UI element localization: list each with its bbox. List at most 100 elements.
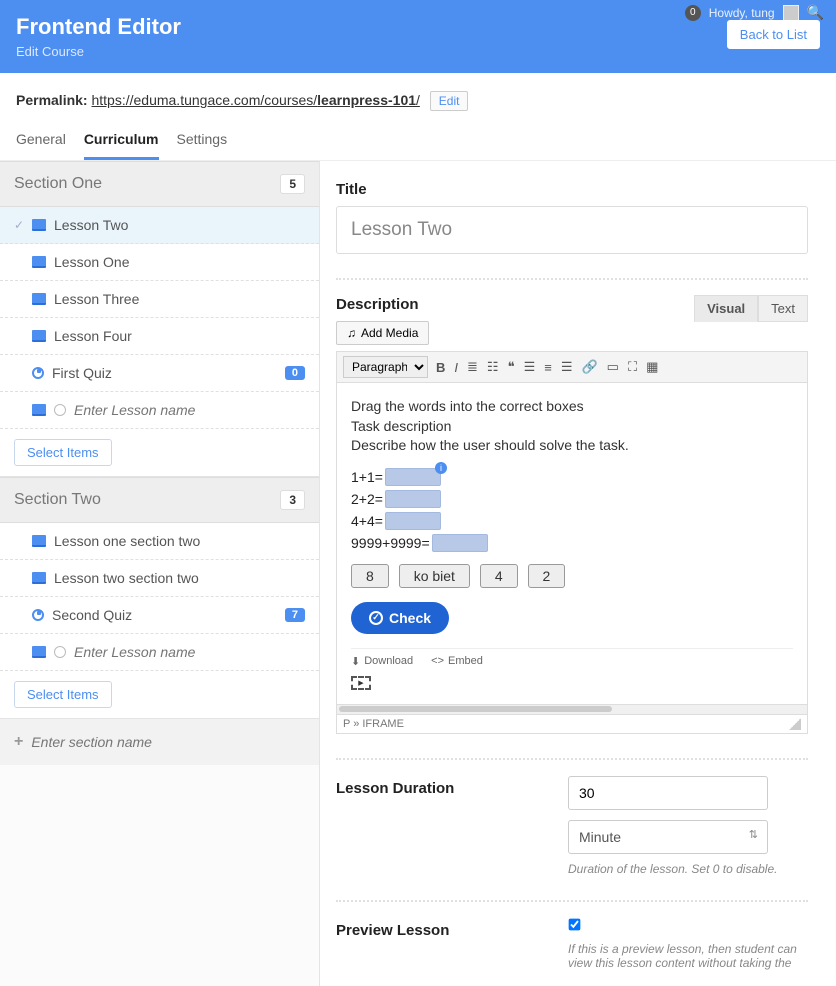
- preview-help: If this is a preview lesson, then studen…: [568, 942, 808, 970]
- bold-icon[interactable]: B: [436, 360, 445, 375]
- back-to-list-button[interactable]: Back to List: [727, 20, 820, 49]
- tab-general[interactable]: General: [16, 131, 66, 160]
- clock-icon: [54, 646, 66, 658]
- drop-slot[interactable]: i: [385, 468, 441, 486]
- check-icon: ✓: [14, 218, 24, 232]
- content-pane: Title Description ♫ Add Media Visual Tex…: [320, 161, 836, 986]
- media-icon: ♫: [347, 326, 356, 340]
- fullscreen-icon[interactable]: ⛶: [628, 359, 637, 375]
- search-icon[interactable]: 🔍: [807, 4, 824, 21]
- bullet-list-icon[interactable]: ≣: [467, 359, 478, 375]
- admin-bar: 0 Howdy, tung 🔍: [685, 4, 824, 21]
- quiz-badge: 0: [285, 366, 305, 380]
- section-two-title: Section Two: [14, 491, 101, 509]
- permalink-label: Permalink:: [16, 92, 88, 108]
- info-icon[interactable]: i: [435, 462, 447, 474]
- duration-unit-select[interactable]: Minute: [568, 820, 768, 854]
- lesson-duration-label: Lesson Duration: [336, 780, 528, 797]
- resize-grip[interactable]: [789, 718, 801, 730]
- lesson-icon: [32, 219, 46, 231]
- format-select[interactable]: Paragraph: [343, 356, 428, 378]
- italic-icon[interactable]: I: [454, 360, 458, 375]
- title-input[interactable]: [336, 206, 808, 254]
- duration-input[interactable]: [568, 776, 768, 810]
- section-header-one[interactable]: Section One 5: [0, 161, 319, 207]
- download-link[interactable]: ⬇ Download: [351, 655, 413, 668]
- avatar[interactable]: [783, 5, 799, 21]
- embed-link[interactable]: <> Embed: [431, 655, 483, 668]
- more-icon[interactable]: ▭: [607, 359, 619, 375]
- link-icon[interactable]: 🔗: [581, 359, 597, 375]
- page-subtitle: Edit Course: [16, 44, 820, 59]
- new-lesson-input-s2[interactable]: [74, 644, 274, 660]
- section-two-count: 3: [280, 490, 305, 510]
- lesson-icon: [32, 535, 46, 547]
- item-lesson-one[interactable]: Lesson One: [0, 244, 319, 281]
- permalink-url[interactable]: https://eduma.tungace.com/courses/learnp…: [91, 92, 419, 108]
- iframe-placeholder-icon[interactable]: ▶: [351, 676, 371, 690]
- word-chip[interactable]: 2: [528, 564, 566, 588]
- section-one-title: Section One: [14, 175, 102, 193]
- align-right-icon[interactable]: ☰: [561, 359, 573, 375]
- item-lesson-four[interactable]: Lesson Four: [0, 318, 319, 355]
- clock-icon: [54, 404, 66, 416]
- drop-slot[interactable]: [432, 534, 488, 552]
- editor-body[interactable]: Drag the words into the correct boxes Ta…: [336, 383, 808, 705]
- align-center-icon[interactable]: ≡: [544, 360, 552, 375]
- lesson-icon: [32, 572, 46, 584]
- lesson-icon: [32, 256, 46, 268]
- align-left-icon[interactable]: ☰: [524, 359, 536, 375]
- item-first-quiz[interactable]: First Quiz 0: [0, 355, 319, 392]
- quiz-icon: [32, 609, 44, 621]
- lesson-icon: [32, 404, 46, 416]
- word-chip[interactable]: ko biet: [399, 564, 470, 588]
- quote-icon[interactable]: ❝: [508, 359, 515, 375]
- greeting-text: Howdy, tung: [709, 6, 775, 20]
- check-circle-icon: ✓: [369, 611, 383, 625]
- editor-tab-text[interactable]: Text: [758, 295, 808, 322]
- lesson-icon: [32, 646, 46, 658]
- drop-slot[interactable]: [385, 490, 441, 508]
- item-lesson-three[interactable]: Lesson Three: [0, 281, 319, 318]
- preview-checkbox[interactable]: [569, 918, 581, 930]
- drop-slot[interactable]: [385, 512, 441, 530]
- preview-lesson-label: Preview Lesson: [336, 922, 528, 939]
- section-header-two[interactable]: Section Two 3: [0, 477, 319, 523]
- quiz-icon: [32, 367, 44, 379]
- select-items-button-s2[interactable]: Select Items: [14, 681, 112, 708]
- permalink-bar: Permalink: https://eduma.tungace.com/cou…: [0, 73, 836, 119]
- duration-help: Duration of the lesson. Set 0 to disable…: [568, 862, 808, 876]
- new-section-input[interactable]: [31, 734, 231, 750]
- quiz-badge: 7: [285, 608, 305, 622]
- word-chip[interactable]: 4: [480, 564, 518, 588]
- item-lesson-two-s2[interactable]: Lesson two section two: [0, 560, 319, 597]
- section-one-count: 5: [280, 174, 305, 194]
- lesson-icon: [32, 330, 46, 342]
- number-list-icon[interactable]: ☷: [487, 359, 499, 375]
- edit-permalink-button[interactable]: Edit: [430, 91, 469, 111]
- check-button[interactable]: ✓ Check: [351, 602, 449, 634]
- notif-badge[interactable]: 0: [685, 5, 701, 21]
- select-items-button-s1[interactable]: Select Items: [14, 439, 112, 466]
- add-media-button[interactable]: ♫ Add Media: [336, 321, 429, 345]
- editor-tab-visual[interactable]: Visual: [694, 295, 758, 322]
- lesson-icon: [32, 293, 46, 305]
- keyboard-icon[interactable]: ▦: [646, 359, 658, 375]
- new-lesson-row-s2[interactable]: [0, 634, 319, 671]
- tab-settings[interactable]: Settings: [177, 131, 228, 160]
- item-second-quiz[interactable]: Second Quiz 7: [0, 597, 319, 634]
- editor-toolbar: Paragraph B I ≣ ☷ ❝ ☰ ≡ ☰ 🔗 ▭ ⛶ ▦: [336, 351, 808, 383]
- item-lesson-one-s2[interactable]: Lesson one section two: [0, 523, 319, 560]
- item-lesson-two[interactable]: ✓ Lesson Two: [0, 207, 319, 244]
- plus-icon: +: [14, 733, 23, 751]
- new-lesson-input-s1[interactable]: [74, 402, 274, 418]
- new-section-row[interactable]: +: [0, 719, 319, 765]
- course-tabs: General Curriculum Settings: [0, 119, 836, 161]
- tab-curriculum[interactable]: Curriculum: [84, 131, 159, 160]
- title-label: Title: [336, 181, 808, 198]
- curriculum-sidebar: Section One 5 ✓ Lesson Two Lesson One Le…: [0, 161, 320, 986]
- editor-hscrollbar[interactable]: [336, 705, 808, 715]
- editor-path: P » IFRAME: [336, 715, 808, 734]
- word-chip[interactable]: 8: [351, 564, 389, 588]
- new-lesson-row-s1[interactable]: [0, 392, 319, 429]
